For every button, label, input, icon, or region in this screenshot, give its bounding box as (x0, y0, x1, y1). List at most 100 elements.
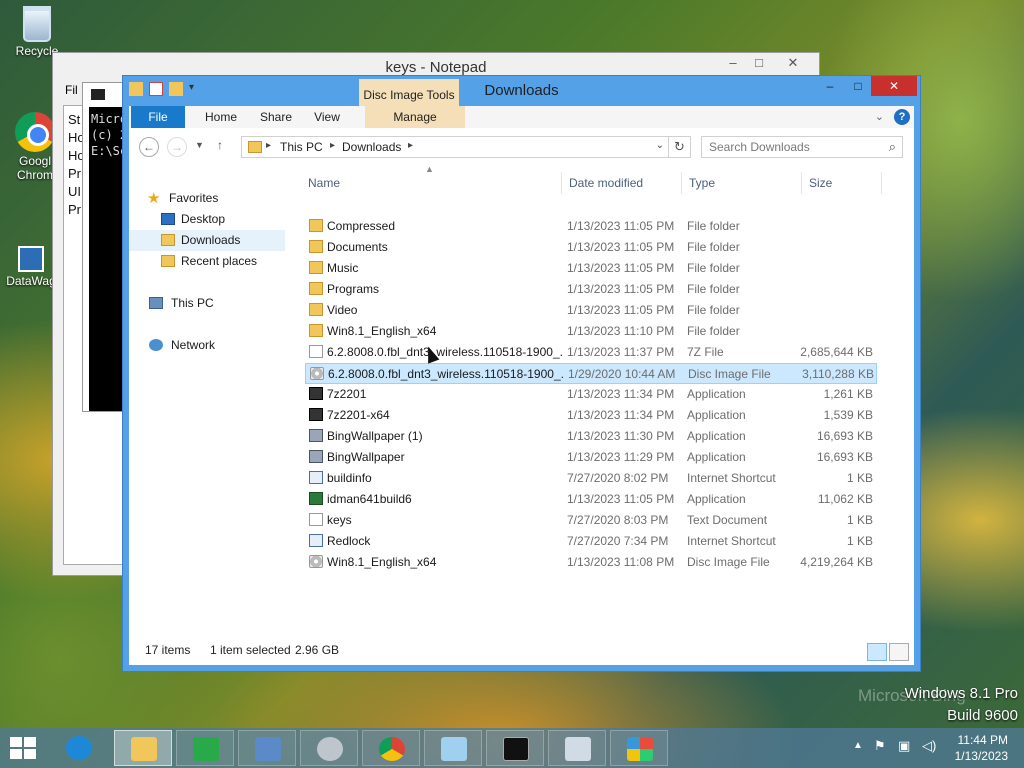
file-explorer-icon (131, 737, 157, 761)
file-type: File folder (687, 303, 740, 317)
file-date-modified: 1/13/2023 11:05 PM (567, 282, 675, 296)
file-name: Video (327, 303, 358, 317)
file-row[interactable]: Win8.1_English_x64 1/13/2023 11:08 PM Disc… (305, 552, 877, 573)
back-button[interactable]: ← (139, 137, 159, 157)
nav-favorites[interactable]: ★ Favorites (145, 188, 285, 209)
recent-places-icon (161, 255, 175, 267)
network-tray-icon[interactable]: ▣ (898, 738, 910, 754)
notepad-menu-file[interactable]: Fil (65, 83, 78, 103)
up-button[interactable]: ↑ (217, 138, 223, 152)
ribbon-tabs: File Home Share View Manage ⌄ ? (129, 106, 914, 128)
nav-recent-places[interactable]: Recent places (129, 251, 285, 272)
chevron-right-icon[interactable]: ▸ (266, 140, 271, 151)
chevron-right-icon[interactable]: ▸ (408, 140, 413, 151)
address-bar[interactable]: ▸ This PC ▸ Downloads ▸ ⌄ (241, 136, 669, 158)
file-row[interactable]: BingWallpaper (1) 1/13/2023 11:30 PM Appli… (305, 426, 877, 447)
taskbar-control-panel[interactable] (238, 730, 296, 766)
nav-network[interactable]: Network (145, 335, 285, 356)
file-name: 7z2201 (327, 387, 367, 401)
os-edition: Windows 8.1 Pro (904, 685, 1018, 702)
column-divider[interactable] (561, 172, 562, 194)
taskbar-windows-media[interactable] (610, 730, 668, 766)
column-header-date[interactable]: Date modified (569, 176, 643, 190)
nav-downloads[interactable]: Downloads (129, 230, 285, 251)
file-name: BingWallpaper (327, 450, 405, 464)
details-view-button[interactable] (867, 643, 887, 661)
maximize-button[interactable]: □ (845, 76, 871, 96)
show-hidden-icons-button[interactable]: ▲ (853, 740, 863, 751)
refresh-button[interactable]: ↻ (669, 136, 691, 158)
tab-view[interactable]: View (303, 106, 351, 128)
file-row[interactable]: keys 7/27/2020 8:03 PM Text Document 1 KB (305, 510, 877, 531)
column-header-name[interactable]: Name (308, 176, 340, 190)
system-clock[interactable]: 11:44 PM 1/13/2023 (955, 732, 1008, 764)
taskbar-store[interactable] (176, 730, 234, 766)
file-row[interactable]: buildinfo 7/27/2020 8:02 PM Internet Short… (305, 468, 877, 489)
taskbar-file-explorer[interactable] (114, 730, 172, 766)
command-prompt-icon (91, 89, 105, 100)
file-row[interactable]: Compressed 1/13/2023 11:05 PM File folder (305, 216, 877, 237)
application-icon (309, 450, 323, 463)
desktop-icon-recycle-bin[interactable]: Recycle (6, 6, 68, 58)
file-row[interactable]: 6.2.8008.0.fbl_dnt3_wireless.110518-1900… (305, 342, 877, 363)
file-row[interactable]: 6.2.8008.0.fbl_dnt3_wireless.110518-1900… (305, 363, 877, 384)
column-divider[interactable] (681, 172, 682, 194)
network-icon (149, 339, 163, 351)
file-row[interactable]: 7z2201 1/13/2023 11:34 PM Application 1,261… (305, 384, 877, 405)
nav-desktop[interactable]: Desktop (129, 209, 285, 230)
column-divider[interactable] (881, 172, 882, 194)
file-row[interactable]: Music 1/13/2023 11:05 PM File folder (305, 258, 877, 279)
maximize-button[interactable]: □ (745, 55, 773, 73)
file-type: File folder (687, 282, 740, 296)
windows-logo-pane (10, 737, 22, 747)
close-button[interactable]: ✕ (871, 76, 917, 96)
volume-icon[interactable]: ◁) (922, 738, 936, 754)
breadcrumb-this-pc[interactable]: This PC (280, 140, 323, 154)
taskbar-command-prompt[interactable] (486, 730, 544, 766)
help-icon[interactable]: ? (894, 109, 910, 125)
tab-manage[interactable]: Manage (365, 106, 465, 128)
nav-this-pc[interactable]: This PC (145, 293, 285, 314)
forward-button[interactable]: → (167, 137, 187, 157)
file-row[interactable]: Documents 1/13/2023 11:05 PM File folder (305, 237, 877, 258)
file-row[interactable]: 7z2201-x64 1/13/2023 11:34 PM Application 1… (305, 405, 877, 426)
clock-time: 11:44 PM (957, 733, 1008, 747)
search-icon[interactable]: ⌕ (889, 139, 896, 155)
taskbar-internet-explorer[interactable] (50, 730, 108, 766)
chevron-down-icon[interactable]: ⌄ (875, 110, 884, 123)
file-row[interactable]: Redlock 7/27/2020 7:34 PM Internet Shortcu… (305, 531, 877, 552)
control-panel-icon (255, 737, 281, 761)
tab-share[interactable]: Share (251, 106, 301, 128)
start-button[interactable] (10, 737, 38, 761)
breadcrumb-downloads[interactable]: Downloads (342, 140, 401, 154)
chevron-right-icon[interactable]: ▸ (330, 140, 335, 151)
file-type: Application (687, 387, 746, 401)
file-type: File folder (687, 240, 740, 254)
taskbar-performance[interactable] (548, 730, 606, 766)
large-icons-view-button[interactable] (889, 643, 909, 661)
column-divider[interactable] (801, 172, 802, 194)
recent-locations-button[interactable]: ▼ (195, 140, 204, 150)
minimize-button[interactable]: – (719, 55, 747, 73)
taskbar-notepad[interactable] (424, 730, 482, 766)
taskbar-sound[interactable] (300, 730, 358, 766)
tab-file[interactable]: File (131, 106, 185, 128)
taskbar-chrome[interactable] (362, 730, 420, 766)
title-bar[interactable]: ▾ Downloads – □ ✕ (123, 76, 920, 106)
search-input[interactable]: Search Downloads ⌕ (701, 136, 903, 158)
column-header-type[interactable]: Type (689, 176, 715, 190)
minimize-button[interactable]: – (817, 76, 843, 96)
tab-home[interactable]: Home (191, 106, 251, 128)
file-row[interactable]: Programs 1/13/2023 11:05 PM File folder (305, 279, 877, 300)
file-row[interactable]: Video 1/13/2023 11:05 PM File folder (305, 300, 877, 321)
chevron-down-icon[interactable]: ⌄ (656, 140, 664, 151)
file-date-modified: 1/13/2023 11:05 PM (567, 240, 675, 254)
file-row[interactable]: Win8.1_English_x64 1/13/2023 11:10 PM File… (305, 321, 877, 342)
file-row[interactable]: idman641build6 1/13/2023 11:05 PM Applicat… (305, 489, 877, 510)
column-header-size[interactable]: Size (809, 176, 832, 190)
file-type: File folder (687, 261, 740, 275)
file-explorer-window[interactable]: ▾ Downloads – □ ✕ Disc Image Tools File … (122, 75, 921, 672)
file-row[interactable]: BingWallpaper 1/13/2023 11:29 PM Applicati… (305, 447, 877, 468)
action-center-flag-icon[interactable]: ⚑ (874, 738, 886, 754)
close-button[interactable]: ✕ (779, 55, 807, 73)
